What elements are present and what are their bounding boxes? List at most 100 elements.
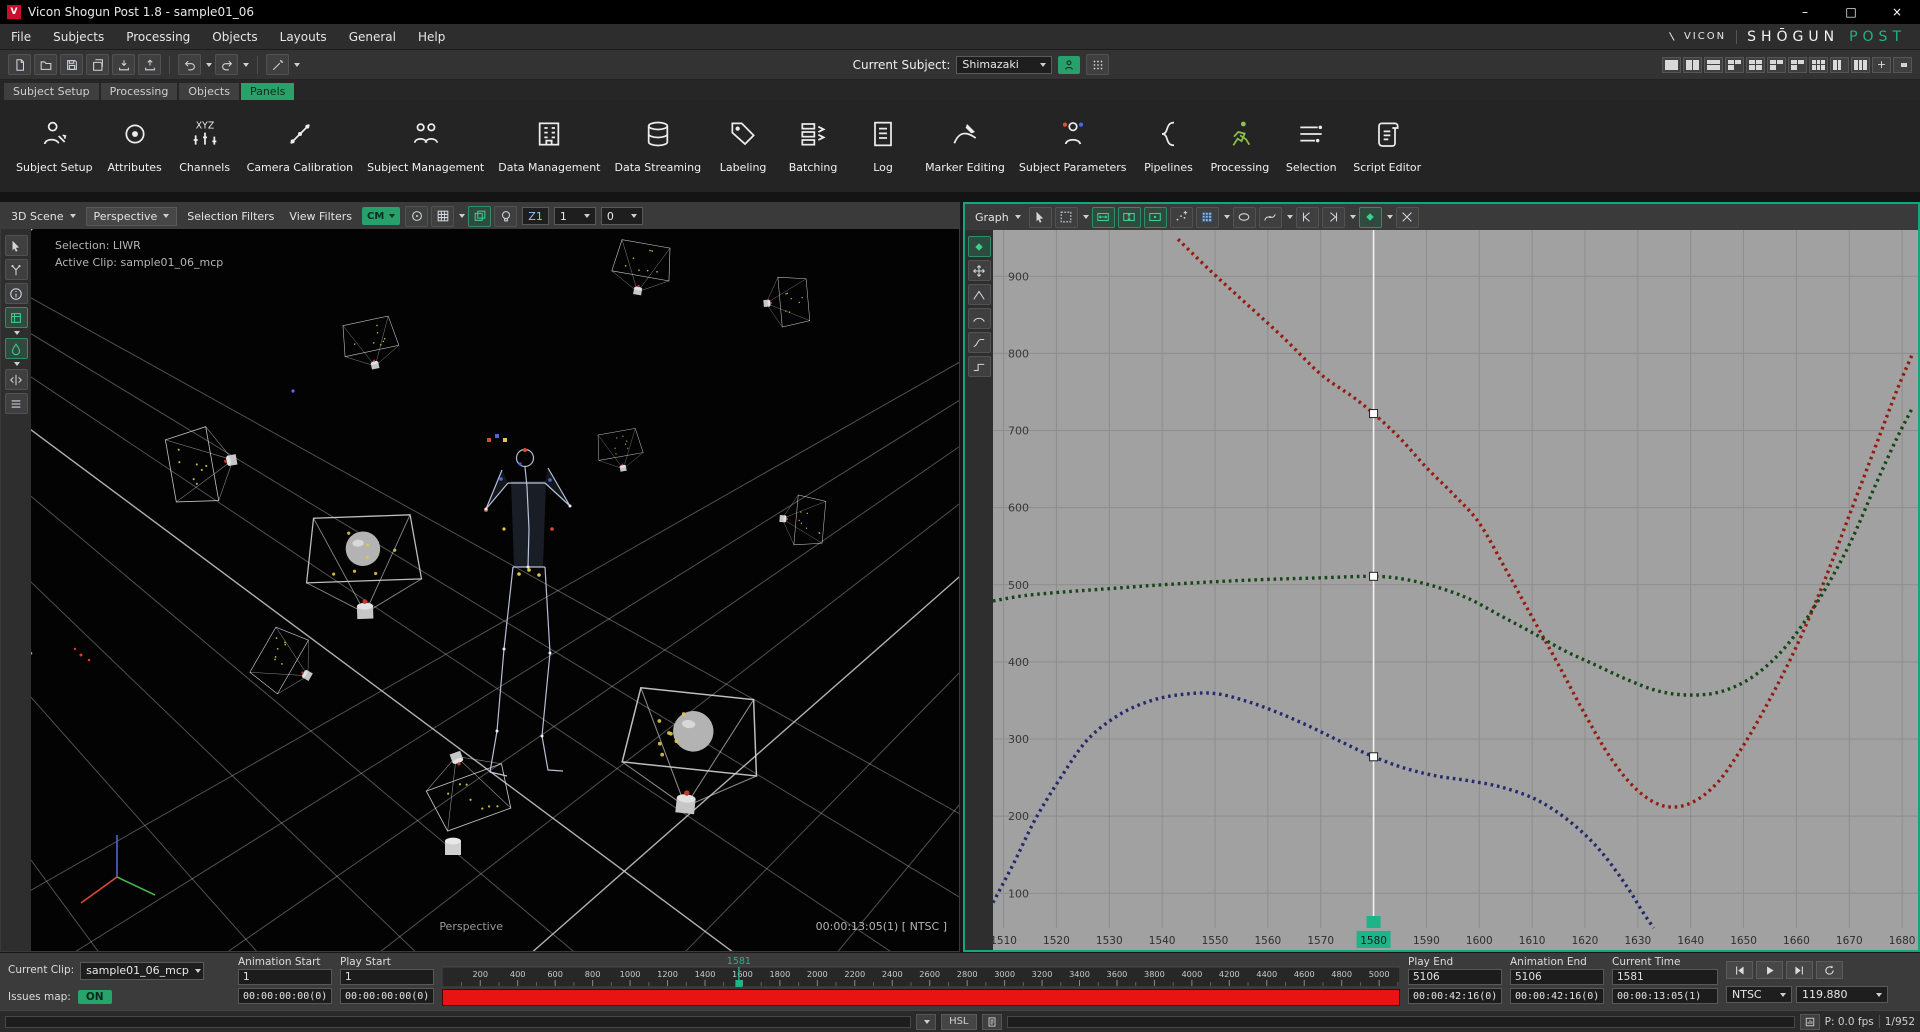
ribbon-log[interactable]: Log (855, 118, 911, 174)
skeleton[interactable] (484, 434, 572, 776)
tab-processing[interactable]: Processing (101, 83, 178, 100)
tangent-smooth-icon[interactable] (968, 308, 991, 329)
current-clip-select[interactable]: sample01_06_mcp (80, 962, 204, 980)
report-icon[interactable] (1800, 1014, 1820, 1030)
layout-columns[interactable] (1851, 57, 1870, 73)
selected-key[interactable] (1370, 753, 1378, 761)
ribbon-batching[interactable]: Batching (785, 118, 841, 174)
curve-blue[interactable] (993, 693, 1654, 928)
skip-end-button[interactable] (1786, 961, 1813, 979)
play-button[interactable] (1756, 961, 1783, 979)
ribbon-data-streaming[interactable]: Data Streaming (614, 118, 701, 174)
info-icon[interactable] (5, 283, 28, 304)
camera-frustum[interactable] (304, 515, 423, 621)
camera-frustum[interactable] (594, 428, 645, 475)
tab-panels[interactable]: Panels (241, 83, 294, 100)
play-end-field[interactable]: 5106 (1408, 969, 1502, 985)
ribbon-script-editor[interactable]: Script Editor (1353, 118, 1421, 174)
layout-quad[interactable] (1746, 57, 1765, 73)
tangent-spike-icon[interactable] (968, 284, 991, 305)
maximize-button[interactable]: □ (1828, 0, 1874, 24)
issues-map-toggle[interactable]: ON (78, 990, 112, 1004)
ribbon-subject-management[interactable]: Subject Management (367, 118, 484, 174)
layout-three-left[interactable] (1725, 57, 1744, 73)
open-file-icon[interactable] (34, 54, 57, 75)
camera-frustum[interactable] (339, 315, 403, 374)
layout-menu[interactable] (1893, 57, 1912, 73)
ribbon-subject-setup[interactable]: Subject Setup (16, 118, 93, 174)
layout-three-right[interactable] (1767, 57, 1786, 73)
menu-subjects[interactable]: Subjects (42, 24, 115, 49)
frame-horizontal-icon[interactable] (1092, 207, 1115, 228)
camera-frustum[interactable] (608, 239, 674, 300)
camera-body[interactable] (445, 838, 461, 855)
statusbar-dropdown-button[interactable] (916, 1014, 936, 1030)
next-key-icon[interactable] (1322, 207, 1345, 228)
volume-tool-icon[interactable] (5, 307, 28, 328)
menu-general[interactable]: General (338, 24, 407, 49)
z-up-chip[interactable]: Z1 (522, 207, 549, 225)
mirror-tool-icon[interactable] (5, 369, 28, 390)
scene-menu[interactable]: 3D Scene (6, 210, 81, 223)
notes-icon[interactable] (982, 1014, 1002, 1030)
tangent-tool-icon[interactable] (1259, 207, 1282, 228)
ribbon-camera-calibration[interactable]: Camera Calibration (247, 118, 354, 174)
ruler-playhead[interactable] (735, 980, 742, 987)
ribbon-marker-editing[interactable]: Marker Editing (925, 118, 1005, 174)
ribbon-subject-parameters[interactable]: Subject Parameters (1019, 118, 1127, 174)
rate-select[interactable]: 119.880 (1796, 986, 1888, 1003)
tangent-step-icon[interactable] (968, 356, 991, 377)
menu-help[interactable]: Help (407, 24, 456, 49)
menu-objects[interactable]: Objects (201, 24, 268, 49)
manipulator-icon[interactable] (5, 259, 28, 280)
save-file-icon[interactable] (60, 54, 83, 75)
current-time-field[interactable]: 1581 (1612, 969, 1718, 985)
loop-button[interactable] (1816, 961, 1843, 979)
hsl-button[interactable]: HSL (941, 1014, 976, 1030)
menu-file[interactable]: File (0, 24, 42, 49)
ribbon-processing[interactable]: Processing (1210, 118, 1269, 174)
ribbon-channels[interactable]: XYZChannels (177, 118, 233, 174)
subject-grid-button[interactable] (1086, 54, 1109, 75)
layout-main-bottom[interactable] (1788, 57, 1807, 73)
camera-frustum[interactable] (164, 422, 243, 507)
data-wand-icon[interactable] (266, 54, 289, 75)
save-all-icon[interactable] (86, 54, 109, 75)
play-start-field[interactable]: 1 (340, 969, 434, 985)
curve-red[interactable] (1178, 239, 1913, 807)
select-cursor-icon[interactable] (5, 235, 28, 256)
curve-chart[interactable]: 1002003004005006007008009001510152015301… (993, 230, 1918, 950)
subject-person-button[interactable] (1058, 56, 1080, 74)
camera-frustum[interactable] (777, 494, 826, 548)
undo-icon[interactable] (178, 54, 201, 75)
list-tool-icon[interactable] (5, 393, 28, 414)
minimize-button[interactable]: – (1782, 0, 1828, 24)
ribbon-data-management[interactable]: Data Management (498, 118, 600, 174)
import-icon[interactable] (112, 54, 135, 75)
camera-frustum[interactable] (761, 275, 810, 329)
selected-key[interactable] (1370, 572, 1378, 580)
export-icon[interactable] (138, 54, 161, 75)
timeline-ruler[interactable]: 2004006008001000120014001600180020002200… (442, 956, 1400, 987)
camera-wireframes[interactable] (31, 229, 959, 951)
tab-objects[interactable]: Objects (179, 83, 239, 100)
grid-tool-icon[interactable] (431, 206, 454, 227)
close-button[interactable]: × (1874, 0, 1920, 24)
lod-select[interactable]: 1 (554, 207, 596, 225)
layout-add[interactable]: + (1872, 57, 1891, 73)
new-file-icon[interactable] (8, 54, 31, 75)
layout-main-right[interactable] (1830, 57, 1849, 73)
select-arrow-icon[interactable] (1029, 207, 1052, 228)
group-select[interactable]: 0 (601, 207, 643, 225)
ribbon-pipelines[interactable]: Pipelines (1140, 118, 1196, 174)
paint-tool-icon[interactable] (5, 338, 28, 359)
skip-start-button[interactable] (1726, 961, 1753, 979)
view-menu[interactable]: Perspective (86, 207, 178, 226)
issues-map-bar[interactable] (442, 989, 1400, 1006)
key-tool-icon[interactable] (1359, 207, 1382, 228)
ribbon-selection[interactable]: Selection (1283, 118, 1339, 174)
tangent-spline-icon[interactable] (968, 332, 991, 353)
table-view-icon[interactable] (1196, 207, 1219, 228)
redo-icon[interactable] (215, 54, 238, 75)
ellipse-tool-icon[interactable] (1233, 207, 1256, 228)
